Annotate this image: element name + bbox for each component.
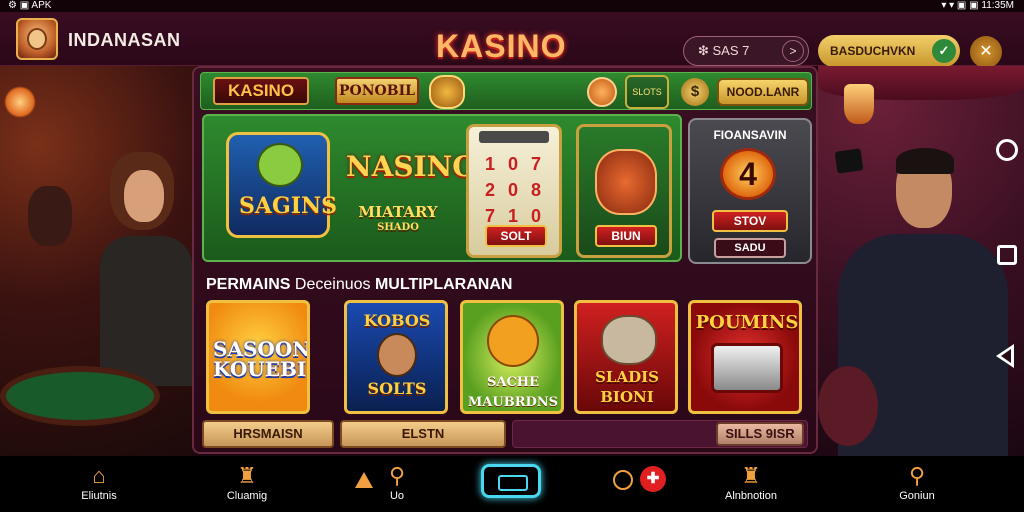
bottom-navigation: ⌂ Eliutnis ♜ Cluamig ⚲ Uo ✚ ♜ Alnbnotion… <box>0 456 1024 512</box>
section-title-thin: Deceinuos <box>294 276 371 293</box>
castle-icon: ♜ <box>237 463 257 488</box>
game-tile[interactable]: KOBOS SOLTS <box>344 300 448 414</box>
slot-header <box>479 131 549 143</box>
mascot-icon <box>429 75 465 109</box>
game-tile-label: SLADIS BIONI <box>595 368 659 406</box>
nav-item-search[interactable]: ⚲ Uo <box>352 460 442 510</box>
featured-subtitle: MIATARY SHADO <box>350 204 446 242</box>
lamp-light <box>844 84 874 124</box>
nav-item-castle[interactable]: ♜ Cluamig <box>202 460 292 510</box>
nav-label: Eliutnis <box>81 490 117 502</box>
mascot-face-icon <box>27 28 47 50</box>
nav-item-tower[interactable]: ♜ Alnbnotion <box>706 460 796 510</box>
prize-title: FIOANSAVIN <box>713 128 787 142</box>
woman-body <box>100 236 192 386</box>
center-wallet-icon[interactable] <box>481 464 541 498</box>
notification-badge-icon[interactable]: ✚ <box>640 466 666 492</box>
featured-subtitle-main: MIATARY <box>358 203 438 221</box>
game-tile-sublabel: SOLTS <box>367 379 427 398</box>
coin-icon[interactable] <box>587 77 617 107</box>
section-heading: PERMAINS Deceinuos MULTIPLARANAN <box>206 276 512 294</box>
search-pill[interactable]: ❇ SAS 7 > <box>683 36 809 66</box>
section-title-end: MULTIPLARANAN <box>374 276 513 293</box>
slot-card-creature[interactable]: BIUN <box>576 124 672 258</box>
home-circle-icon[interactable] <box>996 139 1018 161</box>
circle-icon[interactable] <box>613 470 633 490</box>
featured-banner[interactable]: SAGINS NASINO MIATARY SHADO 1 0 7 2 0 8 … <box>202 114 682 262</box>
nav-label: Uo <box>389 490 405 502</box>
background-scene-left <box>0 66 195 458</box>
app-header: INDANASAN KASINO ❇ SAS 7 > BASDUCHVKN ✓ … <box>0 12 1024 68</box>
tower-icon: ♜ <box>741 463 761 488</box>
elephant-icon <box>601 315 657 365</box>
close-icon[interactable]: ✕ <box>970 36 1002 68</box>
status-left: ⚙ ▣ APK <box>8 0 52 11</box>
featured-logo: SAGINS <box>226 132 338 238</box>
ponobil-badge[interactable]: PONOBIL <box>335 77 419 105</box>
goblin-mascot-icon <box>257 143 303 187</box>
prize-secondary-button[interactable]: SADU <box>714 238 786 258</box>
nav-label: Alnbnotion <box>725 490 777 502</box>
phone <box>834 148 864 174</box>
featured-title: NASINO <box>346 150 477 183</box>
creature-icon <box>487 315 539 367</box>
check-icon: ✓ <box>932 39 956 63</box>
recents-square-icon[interactable] <box>997 245 1017 265</box>
nav-item-home[interactable]: ⌂ Eliutnis <box>54 460 144 510</box>
game-tile-label: KOBOS <box>363 311 431 330</box>
status-right: ▾ ▾ ▣ ▣ 11:35M <box>941 0 1014 11</box>
slot-machine-icon <box>711 343 783 393</box>
creature-icon <box>595 149 657 215</box>
nav-label: Goniun <box>899 490 935 502</box>
woman-face <box>124 170 164 222</box>
app-name: INDANASAN <box>68 30 181 50</box>
game-tile-label: SACHE MAUBRDNS <box>467 375 559 410</box>
character-icon <box>377 333 417 377</box>
game-tile[interactable]: POUMINS <box>688 300 802 414</box>
chevron-right-icon[interactable]: > <box>782 40 804 62</box>
nav-label: Cluamig <box>226 490 268 502</box>
man-hair <box>896 148 954 174</box>
slot-play-button[interactable]: BIUN <box>595 225 657 247</box>
section-title-bold: PERMAINS <box>206 276 291 293</box>
game-tile-label: POUMINS <box>695 312 799 333</box>
kasino-badge[interactable]: KASINO <box>213 77 309 105</box>
status-bar: ⚙ ▣ APK ▾ ▾ ▣ ▣ 11:35M <box>0 0 1024 12</box>
nav-item-search-2[interactable]: ⚲ Goniun <box>872 460 962 510</box>
search-text: ❇ SAS 7 <box>698 43 750 58</box>
featured-subtitle-small: SHADO <box>377 222 419 233</box>
brand-title: KASINO <box>436 28 567 64</box>
app-logo[interactable] <box>16 18 58 60</box>
home-icon: ⌂ <box>92 463 106 488</box>
bottom-button-left[interactable]: HRSMAISN <box>202 420 334 448</box>
slot-spin-button[interactable]: SOLT <box>485 225 547 247</box>
casino-table <box>0 366 160 426</box>
gold-pill-button[interactable]: BASDUCHVKN ✓ <box>818 35 960 67</box>
lamp-light <box>4 86 36 118</box>
back-triangle-icon[interactable] <box>996 344 1014 368</box>
game-tile-label: SASOON KOUEBI <box>213 337 310 381</box>
main-panel: KASINO PONOBIL SLOTS $ NOOD.LANR SAGINS … <box>192 66 818 454</box>
dollar-coin-icon[interactable]: $ <box>681 78 709 106</box>
bottom-button-middle[interactable]: ELSTN <box>340 420 506 448</box>
slot-card-numbers[interactable]: 1 0 7 2 0 8 7 1 0 SOLT <box>466 124 562 258</box>
bottom-button-right[interactable]: SILLS 9ISR <box>716 422 804 446</box>
game-tile[interactable]: SACHE MAUBRDNS <box>460 300 564 414</box>
background-person <box>28 186 72 246</box>
game-tile[interactable]: SASOON KOUEBI <box>206 300 310 414</box>
featured-logo-text: SAGINS <box>239 193 338 219</box>
prize-number: 4 <box>720 148 776 200</box>
background-scene-right <box>818 66 1024 464</box>
search-icon: ⚲ <box>908 463 926 488</box>
top-gold-button[interactable]: NOOD.LANR <box>717 78 809 106</box>
slot-digits: 1 0 7 2 0 8 7 1 0 <box>484 154 546 226</box>
gold-pill-label: BASDUCHVKN <box>830 44 916 58</box>
top-bar: KASINO PONOBIL SLOTS $ NOOD.LANR <box>200 72 812 110</box>
trophy-badge[interactable]: SLOTS <box>625 75 669 109</box>
game-tile[interactable]: SLADIS BIONI <box>574 300 678 414</box>
prize-card[interactable]: FIOANSAVIN 4 STOV SADU <box>688 118 812 264</box>
prize-stop-button[interactable]: STOV <box>712 210 788 232</box>
search-icon: ⚲ <box>388 463 406 488</box>
casino-table <box>818 366 878 446</box>
